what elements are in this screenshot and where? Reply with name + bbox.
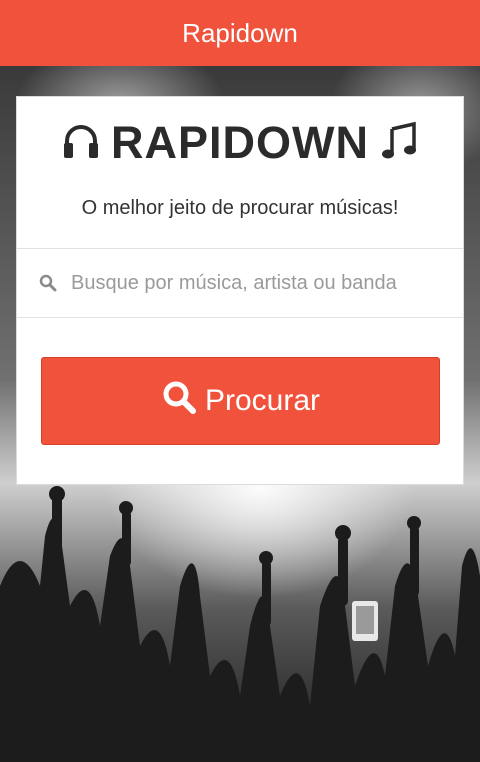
app-screen: Rapidown RAPIDOWN O melhor jeito de proc…: [0, 0, 480, 762]
search-button-label: Procurar: [204, 384, 321, 417]
search-input[interactable]: [69, 270, 433, 296]
phone-in-crowd-image: [352, 601, 378, 641]
tagline: O melhor jeito de procurar músicas!: [81, 197, 399, 219]
search-button[interactable]: Procurar: [41, 357, 440, 445]
brand-header: RAPIDOWN: [17, 117, 463, 169]
search-field[interactable]: [17, 249, 463, 317]
divider-bottom: [17, 317, 463, 318]
search-icon: [17, 274, 69, 292]
music-note-icon: [379, 121, 419, 166]
headphones-icon: [61, 121, 101, 166]
app-bar-title: Rapidown: [182, 17, 298, 48]
search-card: RAPIDOWN O melhor jeito de procurar músi…: [16, 96, 464, 485]
app-bar: Rapidown: [0, 0, 480, 66]
brand-title: RAPIDOWN: [111, 117, 369, 168]
search-icon: [161, 379, 197, 423]
